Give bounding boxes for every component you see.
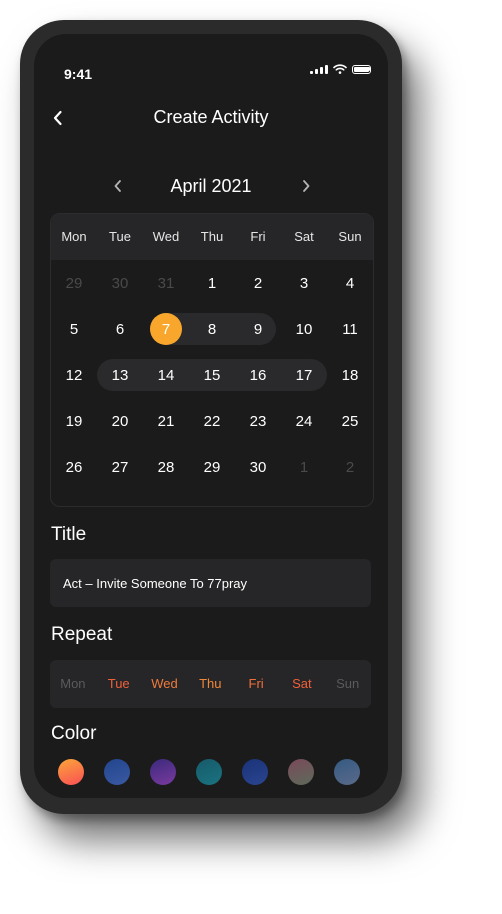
calendar-day[interactable]: 23	[235, 398, 281, 444]
repeat-day-toggle[interactable]: Wed	[142, 660, 188, 708]
phone-frame: 9:41 Create Activity April 2021 Mon Tue …	[20, 20, 402, 814]
battery-icon	[352, 64, 371, 74]
calendar-day[interactable]: 21	[143, 398, 189, 444]
calendar-day[interactable]: 19	[51, 398, 97, 444]
calendar-week: 29 30 31 1 2 3 4	[51, 260, 373, 306]
calendar-day-outside-month: 2	[345, 458, 355, 476]
calendar-day[interactable]: 11	[327, 306, 373, 352]
calendar-day[interactable]: 18	[327, 352, 373, 398]
calendar-day[interactable]: 3	[281, 260, 327, 306]
repeat-section-label: Repeat	[51, 624, 113, 645]
calendar-week: 12 13 14 15 16 17 18	[51, 352, 373, 398]
repeat-day-toggle[interactable]: Thu	[187, 660, 233, 708]
calendar-week: 5 6 7 8 9 10 11	[51, 306, 373, 352]
weekday-label: Wed	[152, 229, 180, 244]
calendar-grid: Mon Tue Wed Thu Fri Sat Sun 29 30 31 1 2…	[50, 213, 374, 507]
weekday-label: Sun	[338, 229, 362, 244]
calendar-day-outside-month: 30	[111, 274, 129, 292]
weekday-label: Thu	[200, 229, 224, 244]
title-section-label: Title	[51, 524, 87, 545]
title-input[interactable]: Act – Invite Someone To 77pray	[50, 559, 371, 607]
calendar-day[interactable]: 6	[97, 306, 143, 352]
calendar-week: 26 27 28 29 30 1 2	[51, 444, 373, 490]
calendar-day-outside-month: 29	[65, 274, 83, 292]
calendar-day[interactable]: 5	[51, 306, 97, 352]
calendar-day[interactable]: 16	[235, 352, 281, 398]
selected-day-marker: 7	[150, 313, 182, 345]
calendar-day[interactable]: 4	[327, 260, 373, 306]
weekday-header: Mon Tue Wed Thu Fri Sat Sun	[51, 214, 373, 260]
page-title: Create Activity	[153, 107, 269, 127]
app-screen: 9:41 Create Activity April 2021 Mon Tue …	[34, 34, 388, 798]
calendar-day[interactable]: 30	[235, 444, 281, 490]
calendar-day-outside-month: 31	[157, 274, 175, 292]
color-swatch[interactable]	[242, 759, 268, 785]
repeat-day-toggle[interactable]: Sun	[325, 660, 371, 708]
wifi-icon	[333, 64, 347, 74]
repeat-day-toggle[interactable]: Mon	[50, 660, 96, 708]
repeat-day-toggle[interactable]: Sat	[279, 660, 325, 708]
calendar-day[interactable]: 12	[51, 352, 97, 398]
status-icons	[310, 64, 371, 74]
calendar-day[interactable]: 26	[51, 444, 97, 490]
chevron-right-icon	[303, 180, 310, 192]
color-swatch[interactable]	[288, 759, 314, 785]
calendar-day[interactable]: 13	[97, 352, 143, 398]
calendar-week: 19 20 21 22 23 24 25	[51, 398, 373, 444]
color-swatch[interactable]	[104, 759, 130, 785]
next-month-button[interactable]	[294, 174, 318, 198]
calendar-day-selected[interactable]: 7	[143, 306, 189, 352]
calendar-day[interactable]: 10	[281, 306, 327, 352]
calendar-day[interactable]: 22	[189, 398, 235, 444]
calendar-day[interactable]: 2	[235, 260, 281, 306]
calendar-day[interactable]: 27	[97, 444, 143, 490]
weekday-label: Sat	[294, 229, 314, 244]
cellular-signal-icon	[310, 64, 328, 74]
calendar-day[interactable]: 29	[189, 444, 235, 490]
color-swatch[interactable]	[334, 759, 360, 785]
weekday-label: Fri	[250, 229, 266, 244]
weekday-label: Tue	[109, 229, 131, 244]
color-swatch[interactable]	[58, 759, 84, 785]
repeat-day-toggle[interactable]: Fri	[233, 660, 279, 708]
calendar-day[interactable]: 8	[189, 306, 235, 352]
calendar-day[interactable]: 1	[189, 260, 235, 306]
calendar-day[interactable]: 15	[189, 352, 235, 398]
color-swatch[interactable]	[196, 759, 222, 785]
calendar-day[interactable]: 24	[281, 398, 327, 444]
calendar-day[interactable]: 9	[235, 306, 281, 352]
calendar-day[interactable]: 25	[327, 398, 373, 444]
status-time: 9:41	[64, 66, 93, 82]
color-swatch-picker	[58, 759, 360, 785]
repeat-day-selector: Mon Tue Wed Thu Fri Sat Sun	[50, 660, 371, 708]
weekday-label: Mon	[61, 229, 87, 244]
color-section-label: Color	[51, 723, 97, 744]
month-label: April 2021	[170, 176, 252, 196]
calendar-day[interactable]: 28	[143, 444, 189, 490]
calendar-day[interactable]: 14	[143, 352, 189, 398]
calendar-day-outside-month: 1	[299, 458, 309, 476]
calendar-day[interactable]: 17	[281, 352, 327, 398]
calendar-day[interactable]: 20	[97, 398, 143, 444]
repeat-day-toggle[interactable]: Tue	[96, 660, 142, 708]
color-swatch[interactable]	[150, 759, 176, 785]
